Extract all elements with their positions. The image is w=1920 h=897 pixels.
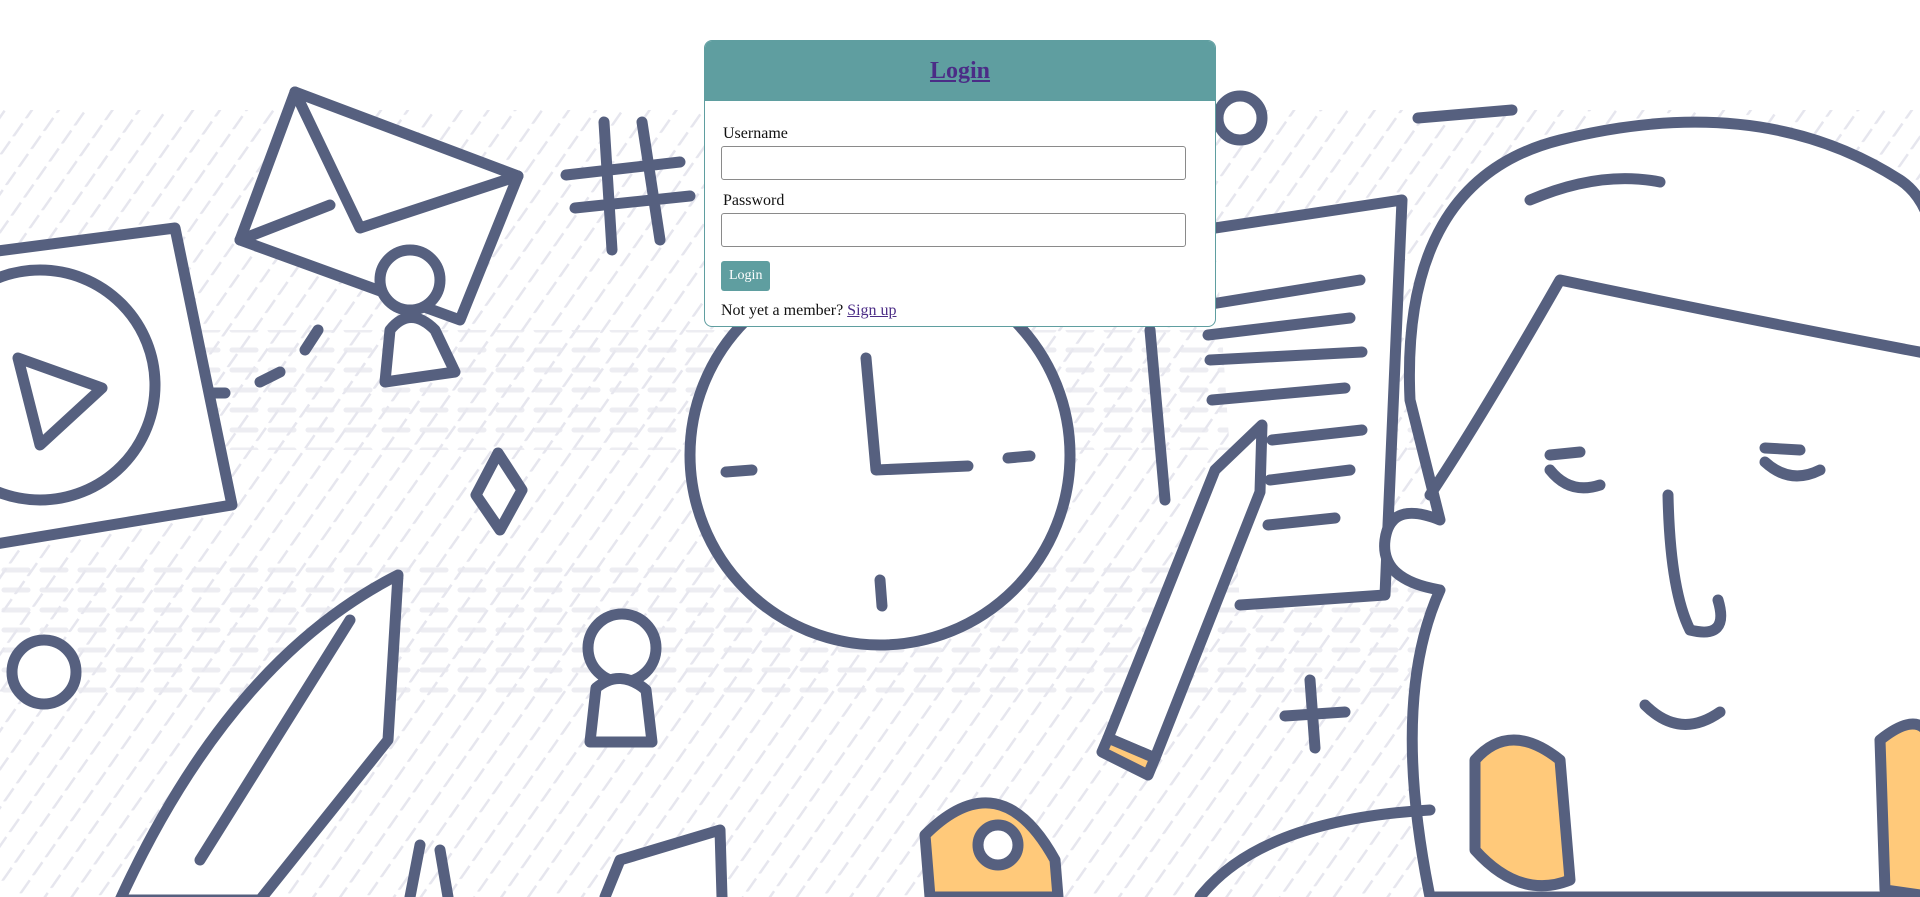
password-input[interactable] [721, 213, 1186, 247]
person-icon [582, 608, 662, 748]
login-card: Login Username Password Login Not yet a … [704, 40, 1216, 327]
login-button[interactable]: Login [721, 261, 771, 291]
username-label: Username [723, 125, 788, 142]
login-title-link[interactable]: Login [930, 58, 990, 85]
login-form: Username Password Login Not yet a member… [705, 101, 1215, 320]
signup-row: Not yet a member? Sign up [721, 302, 1201, 320]
password-label: Password [723, 192, 785, 209]
login-header: Login [705, 41, 1215, 101]
member-prompt: Not yet a member? [721, 302, 844, 319]
signup-link[interactable]: Sign up [847, 302, 896, 319]
username-input[interactable] [721, 146, 1186, 180]
person-face-icon [1379, 116, 1920, 897]
